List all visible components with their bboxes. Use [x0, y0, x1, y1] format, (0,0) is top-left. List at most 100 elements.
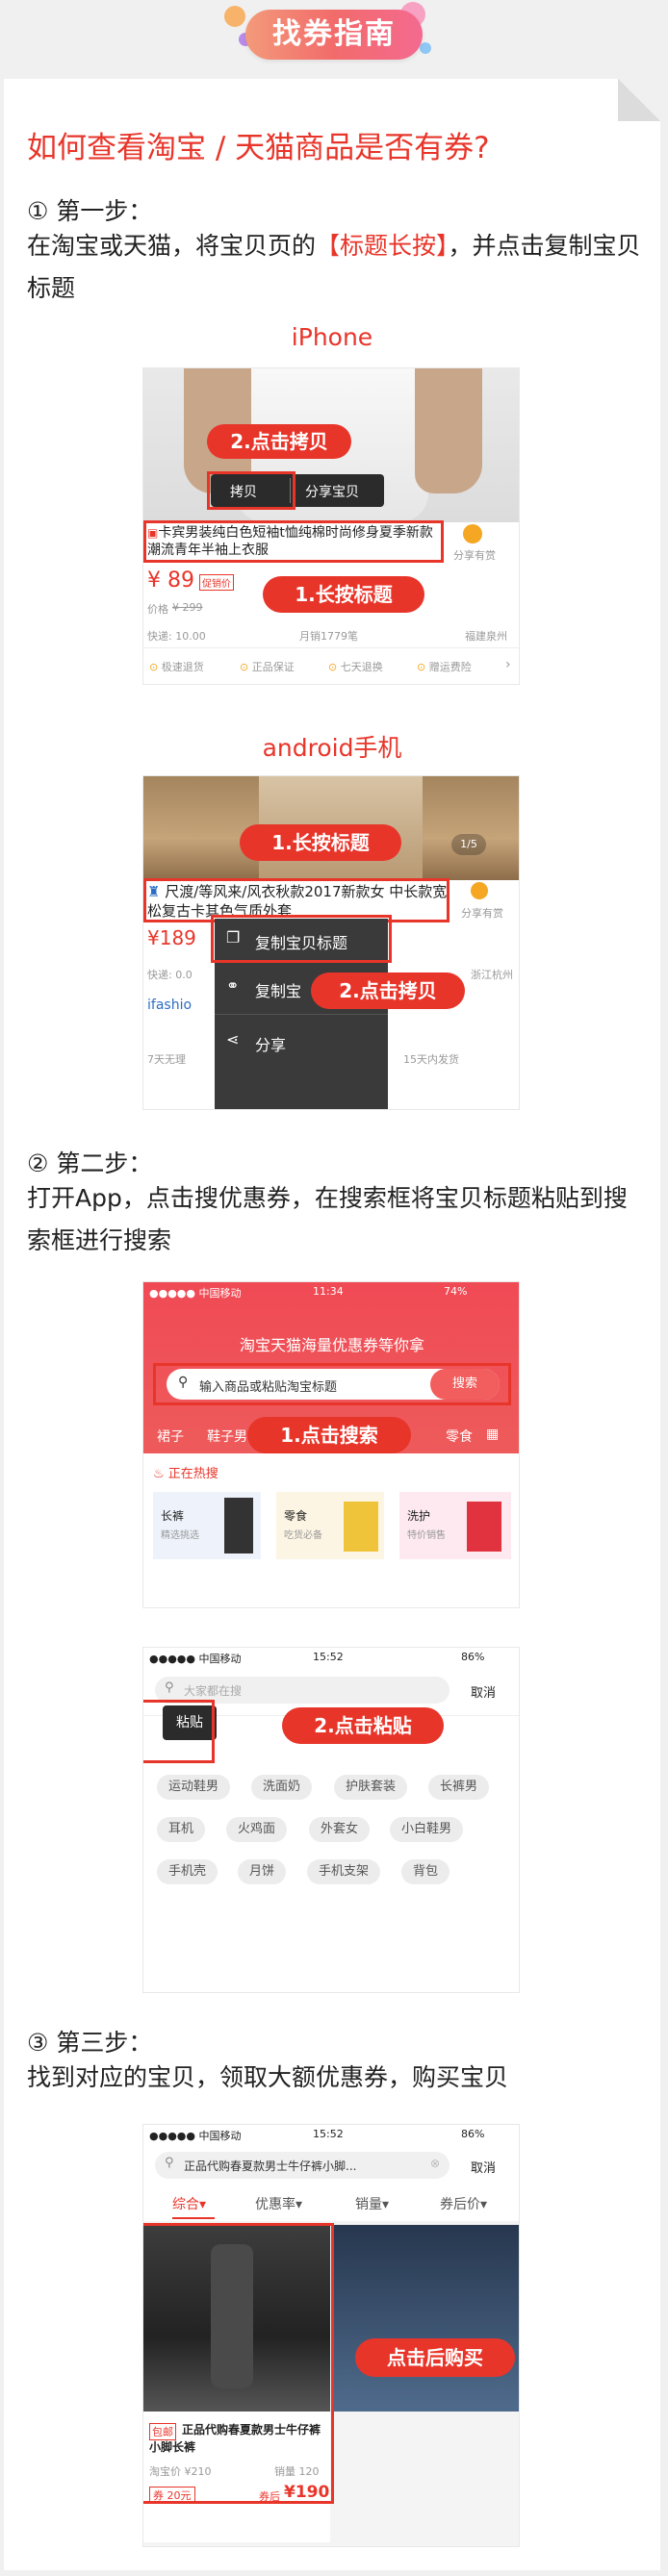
- search-tag[interactable]: 护肤套装: [334, 1775, 408, 1800]
- result-header: ●●●●● 中国移动 15:52 86% ⚲ 正品代购春夏款男士牛仔裤小脚...…: [143, 2125, 519, 2221]
- check-icon: ⊙: [417, 661, 426, 673]
- sort-label: 券后价: [440, 2197, 480, 2212]
- delivery-fee: 快递: 0.0: [147, 969, 193, 981]
- step3-title: ③ 第三步：: [27, 2029, 153, 2057]
- product-price: ¥189: [147, 926, 196, 949]
- iphone-screenshot: 2.点击拷贝 拷贝 分享宝贝 ▣卡宾男装纯白色短袖t恤纯棉时尚修身夏季新款潮流青…: [142, 367, 520, 685]
- search-bar[interactable]: ⚲ 正品代购春夏款男士牛仔裤小脚... ⊗: [155, 2152, 450, 2179]
- divider: [143, 647, 519, 648]
- hot-title-text: 正在热搜: [167, 1467, 218, 1481]
- popup-share-button[interactable]: 分享宝贝: [305, 482, 359, 501]
- search-tag[interactable]: 火鸡面: [226, 1817, 288, 1842]
- hot-item[interactable]: 长裤 精选挑选: [153, 1492, 261, 1559]
- search-tag[interactable]: 手机壳: [157, 1859, 218, 1884]
- highlight-paste: [143, 1700, 215, 1763]
- search-tag[interactable]: 手机支架: [307, 1859, 381, 1884]
- category-tab[interactable]: 零食: [446, 1427, 473, 1446]
- step2-title: ② 第二步：: [27, 1149, 153, 1177]
- carrier: ●●●●● 中国移动: [149, 2130, 242, 2142]
- slogan: 淘宝天猫海量优惠券等你拿: [239, 1336, 424, 1354]
- search-tag[interactable]: 小白鞋男: [390, 1817, 464, 1842]
- sort-tab[interactable]: 优惠率▾: [255, 2194, 302, 2213]
- search-icon: ⚲: [165, 1680, 174, 1695]
- search-tag[interactable]: 耳机: [157, 1817, 206, 1842]
- share-label: 分享有赏: [453, 549, 496, 562]
- highlight-copy: [207, 471, 295, 510]
- search-tag[interactable]: 外套女: [309, 1817, 371, 1842]
- menu-label: 分享: [255, 1036, 287, 1054]
- highlight-copy-title: [211, 915, 392, 963]
- hot-item[interactable]: 洗护 特价销售: [399, 1492, 511, 1559]
- battery: 86%: [461, 1651, 485, 1663]
- check-icon: ⊙: [240, 661, 249, 673]
- android-caption: android手机: [262, 734, 402, 762]
- label-click-copy: 2.点击拷贝: [311, 972, 465, 1009]
- share-icon[interactable]: [471, 882, 488, 899]
- sort-label: 综合: [172, 2197, 199, 2212]
- carrier: ●●●●● 中国移动: [149, 1653, 242, 1665]
- step2-text: 打开App，点击搜优惠券，在搜索框将宝贝标题粘贴到搜索框进行搜索: [27, 1184, 628, 1254]
- service-right: 15天内发货: [403, 1053, 459, 1066]
- hot-section: ♨ 正在热搜 长裤 精选挑选 零食 吃货必备 洗护 特价销售: [143, 1453, 519, 1607]
- step3-text: 找到对应的宝贝，领取大额优惠券，购买宝贝: [27, 2063, 509, 2091]
- share-icon[interactable]: [463, 524, 482, 543]
- carrier: ●●●●● 中国移动: [149, 1287, 242, 1300]
- sort-label: 销量: [355, 2197, 382, 2212]
- search-input[interactable]: 正品代购春夏款男士牛仔裤小脚...: [184, 2158, 356, 2174]
- shop-brand: ifashio: [147, 998, 193, 1013]
- chevron-right-icon[interactable]: ›: [505, 657, 511, 672]
- share-icon: ⋖: [226, 1030, 240, 1048]
- second-product-photo[interactable]: [334, 2225, 519, 2412]
- menu-label: 复制宝: [255, 982, 302, 1000]
- highlight-title: [143, 520, 444, 563]
- search-tag[interactable]: 月饼: [238, 1859, 287, 1884]
- hot-item-sub: 吃货必备: [284, 1530, 322, 1541]
- status-bar: ●●●●● 中国移动 11:34 74%: [143, 1282, 519, 1301]
- fire-icon: ♨: [153, 1467, 165, 1481]
- page-indicator: 1/5: [451, 834, 486, 855]
- search-tag[interactable]: 背包: [401, 1859, 450, 1884]
- sort-tab[interactable]: 销量▾: [355, 2194, 389, 2213]
- cancel-button[interactable]: 取消: [471, 2158, 496, 2176]
- share-label: 分享有赏: [461, 907, 503, 920]
- step1-text: 在淘宝或天猫，将宝贝页的【标题长按】，并点击复制宝贝标题: [27, 225, 643, 310]
- label-long-press: 1.长按标题: [240, 824, 401, 861]
- page-title: 找券指南: [245, 10, 423, 60]
- price-badge: 促销价: [199, 574, 234, 591]
- label-click-search: 1.点击搜索: [247, 1417, 411, 1453]
- clear-icon[interactable]: ⊗: [430, 2157, 440, 2170]
- service-left: 7天无理: [147, 1053, 186, 1066]
- search-tag[interactable]: 长裤男: [428, 1775, 490, 1800]
- service-label: 七天退换: [340, 661, 383, 673]
- hot-item[interactable]: 零食 吃货必备: [276, 1492, 384, 1559]
- pants-image: [224, 1498, 253, 1553]
- search-icon: ⚲: [165, 2156, 174, 2170]
- menu-item-share[interactable]: ⋖ 分享: [215, 1015, 388, 1069]
- orig-price: ¥ 299: [172, 601, 203, 614]
- search-input[interactable]: 大家都在搜: [184, 1682, 242, 1699]
- service-item: ⊙ 七天退换: [328, 659, 383, 674]
- highlight-product: [143, 2223, 334, 2504]
- grid-icon[interactable]: ▦: [486, 1427, 499, 1442]
- step1-text-a: 在淘宝或天猫，将宝贝页的: [27, 232, 317, 260]
- category-tab[interactable]: 裙子: [157, 1427, 184, 1446]
- hot-item-name: 长裤: [161, 1509, 185, 1523]
- label-long-press: 1.长按标题: [263, 576, 424, 613]
- highlight-search: [153, 1363, 511, 1405]
- decor-bubble: [420, 42, 431, 54]
- search-tag[interactable]: 洗面奶: [251, 1775, 313, 1800]
- app-home-screenshot: ●●●●● 中国移动 11:34 74% 淘宝天猫海量优惠券等你拿 ⚲ 输入商品…: [142, 1281, 520, 1608]
- guide-card: 如何查看淘宝 / 天猫商品是否有券? ① 第一步： 在淘宝或天猫，将宝贝页的【标…: [4, 79, 660, 2570]
- active-tab-underline: [172, 2217, 215, 2219]
- service-item: ⊙ 赠运费险: [417, 659, 472, 674]
- orig-price-label: 价格: [147, 603, 168, 616]
- sort-tab[interactable]: 券后价▾: [440, 2194, 487, 2213]
- skincare-image: [467, 1502, 501, 1552]
- hot-item-name: 洗护: [407, 1509, 431, 1523]
- search-tag[interactable]: 运动鞋男: [157, 1775, 231, 1800]
- cancel-button[interactable]: 取消: [471, 1682, 496, 1701]
- category-tab[interactable]: 鞋子男: [207, 1427, 247, 1446]
- step1-title: ① 第一步：: [27, 197, 153, 225]
- sort-tab-active[interactable]: 综合▾: [172, 2194, 206, 2213]
- page-fold: [618, 79, 660, 121]
